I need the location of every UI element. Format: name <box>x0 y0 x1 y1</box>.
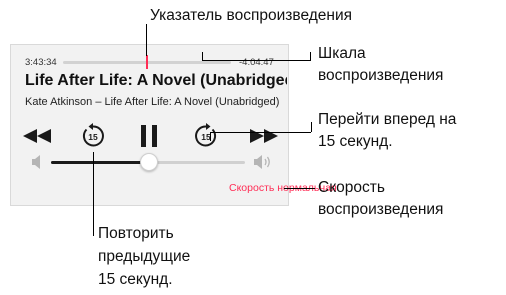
svg-text:15: 15 <box>88 132 98 142</box>
callout-back-line3: 15 секунд. <box>98 271 173 288</box>
pause-icon[interactable] <box>141 125 158 147</box>
track-subtitle: Kate Atkinson – Life After Life: A Novel… <box>25 96 280 108</box>
volume-max-icon <box>254 155 270 169</box>
callout-scrubber-line1: Шкала <box>318 45 366 62</box>
callout-forward-line1: Перейти вперед на <box>318 111 457 128</box>
rewind-icon[interactable] <box>23 129 51 143</box>
callout-line-scrubber-v <box>202 52 203 61</box>
volume-min-icon <box>32 155 40 169</box>
skip-forward-15-icon[interactable]: 15 <box>193 123 219 149</box>
elapsed-time: 3:43:34 <box>25 57 57 68</box>
callout-line-forward-tick <box>311 122 312 132</box>
callout-forward-line2: 15 секунд. <box>318 133 393 150</box>
callout-line-forward-v <box>210 132 211 141</box>
volume-slider-thumb[interactable] <box>140 153 158 171</box>
callout-line-scrubber-h <box>202 60 310 61</box>
skip-back-15-icon[interactable]: 15 <box>80 123 106 149</box>
remaining-time: -4:04:47 <box>239 57 274 68</box>
callout-back-line1: Повторить <box>98 225 174 242</box>
callout-speed-line1: Скорость <box>318 179 385 196</box>
callout-line-scrubber-tick <box>310 52 311 61</box>
volume-slider-fill <box>51 161 149 164</box>
playhead[interactable] <box>146 55 148 69</box>
callout-speed-line2: воспроизведения <box>318 201 444 218</box>
callout-back-line2: предыдущие <box>98 248 191 265</box>
callout-playhead: Указатель воспроизведения <box>150 7 353 24</box>
callout-line-back <box>93 152 94 236</box>
callout-line-speed <box>284 188 315 189</box>
callout-line-playhead <box>146 24 147 56</box>
callout-line-forward-h <box>210 132 311 133</box>
track-title: Life After Life: A Novel (Unabridged) <box>25 72 287 89</box>
callout-scrubber-line2: воспроизведения <box>318 67 444 84</box>
